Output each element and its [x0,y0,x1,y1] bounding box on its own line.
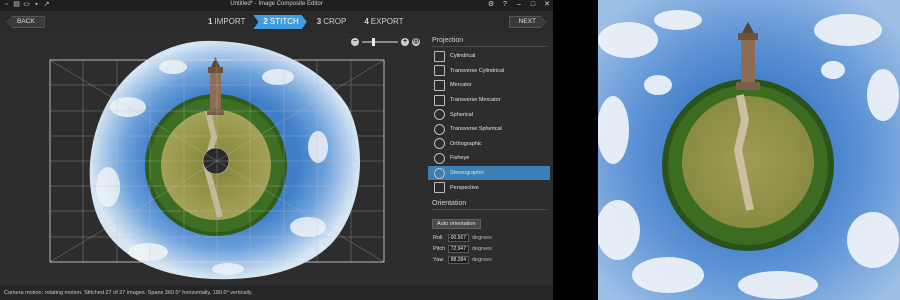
orthographic-icon [434,138,445,150]
result-image [598,0,900,300]
orientation-unit: degrees [472,257,492,264]
step-stitch[interactable]: 2 STITCH [253,15,306,29]
workflow-bar: BACK 1 IMPORT 2 STITCH 3 CROP 4 EXPORT NEXT [0,11,553,33]
back-button[interactable]: BACK [6,16,45,28]
projection-option[interactable]: Fisheye [428,151,550,166]
image-composite-editor-window: ▫ ▤ ▭ ▪ ↗ Untitled* - Image Composite Ed… [0,0,553,300]
projection-label: Cylindrical [450,53,476,60]
orientation-row: Pitch 72.947 degrees [428,244,550,255]
transverse-cylindrical-icon [434,65,445,77]
step-number: 3 [316,17,322,26]
step-import[interactable]: 1 IMPORT [198,15,253,29]
projection-label: Transverse Cylindrical [450,67,505,74]
workflow-steps: 1 IMPORT 2 STITCH 3 CROP 4 EXPORT [198,15,412,29]
orientation-unit: degrees [472,235,492,242]
spherical-icon [434,109,445,121]
orientation-row: Roll -90.567 degrees [428,233,550,244]
panorama-preview[interactable] [8,37,424,285]
projection-label: Transverse Mercator [450,97,501,104]
mercator-icon [434,79,445,91]
projection-option[interactable]: Mercator [428,78,550,93]
close-button[interactable]: ✕ [543,0,551,10]
zoom-slider[interactable] [362,38,398,46]
orientation-label: Yaw [433,257,444,264]
zoom-out-button[interactable]: − [351,38,359,46]
step-number: 4 [364,17,369,26]
stitch-preview-canvas[interactable] [8,37,424,285]
stereographic-icon [434,167,445,179]
window-controls: ⚙ ? – □ ✕ [487,0,551,10]
step-label: CROP [323,17,347,26]
little-planet-result-image [598,0,900,300]
orientation-unit: degrees [472,246,492,253]
divider [432,46,547,47]
help-icon[interactable]: ? [501,0,509,10]
projection-label: Stereographic [450,170,485,177]
projection-option[interactable]: Stereographic [428,165,550,181]
projection-label: Orthographic [450,140,482,147]
perspective-icon [434,182,445,194]
projection-label: Perspective [450,184,479,191]
fit-to-window-button[interactable]: ◎ [412,38,420,46]
step-label: EXPORT [370,17,404,26]
fisheye-icon [434,152,445,164]
projection-label: Mercator [450,82,472,89]
step-crop[interactable]: 3 CROP [307,15,355,29]
projection-label: Transverse Spherical [450,126,502,133]
step-label: IMPORT [214,17,246,26]
projection-option[interactable]: Transverse Spherical [428,122,550,137]
orientation-row: Yaw 88.284 degrees [428,255,550,266]
auto-orientation-button[interactable]: Auto orientation [432,218,481,229]
stitch-settings-panel: Projection Cylindrical Transverse Cylindr… [428,36,550,286]
step-export[interactable]: 4 EXPORT [354,15,411,29]
step-label: STITCH [269,17,299,26]
orientation-value-field[interactable]: 72.947 [448,245,469,254]
orientation-label: Pitch [433,246,446,253]
divider [432,208,547,210]
projection-list: Cylindrical Transverse Cylindrical Mercato… [428,49,550,195]
orientation-value-field[interactable]: 88.284 [448,256,469,265]
window-title: Untitled* - Image Composite Editor [230,1,323,7]
projection-option[interactable]: Transverse Cylindrical [428,64,550,79]
settings-icon[interactable]: ⚙ [487,0,495,10]
grid-lines [49,59,385,263]
orientation-fields: Roll -90.567 degrees Pitch 72.947 degrees Yaw 8… [428,233,550,266]
title-bar: ▫ ▤ ▭ ▪ ↗ Untitled* - Image Composite Ed… [0,0,553,11]
projection-option[interactable]: Orthographic [428,137,550,152]
maximize-button[interactable]: □ [529,0,537,10]
projection-option[interactable]: Perspective [428,180,550,195]
projection-label: Spherical [450,111,473,118]
orientation-value-field[interactable]: -90.567 [448,234,469,243]
zoom-controls: − + ◎ [351,38,420,46]
orientation-heading: Orientation [432,199,467,207]
transverse-spherical-icon [434,123,445,135]
projection-label: Fisheye [450,155,470,162]
projection-option[interactable]: Transverse Mercator [428,93,550,108]
orientation-label: Roll [433,235,443,242]
transverse-mercator-icon [434,94,445,106]
projection-option[interactable]: Cylindrical [428,49,550,64]
zoom-in-button[interactable]: + [401,38,409,46]
step-number: 2 [263,17,268,26]
step-number: 1 [208,17,213,26]
next-button[interactable]: NEXT [509,16,547,28]
status-bar: Camera motion: rotating motion. Stitched… [0,286,553,300]
projection-option[interactable]: Spherical [428,107,550,122]
minimize-button[interactable]: – [515,0,523,10]
cylindrical-icon [434,50,445,62]
zoom-slider-thumb[interactable] [371,38,375,46]
projection-heading: Projection [432,37,464,44]
